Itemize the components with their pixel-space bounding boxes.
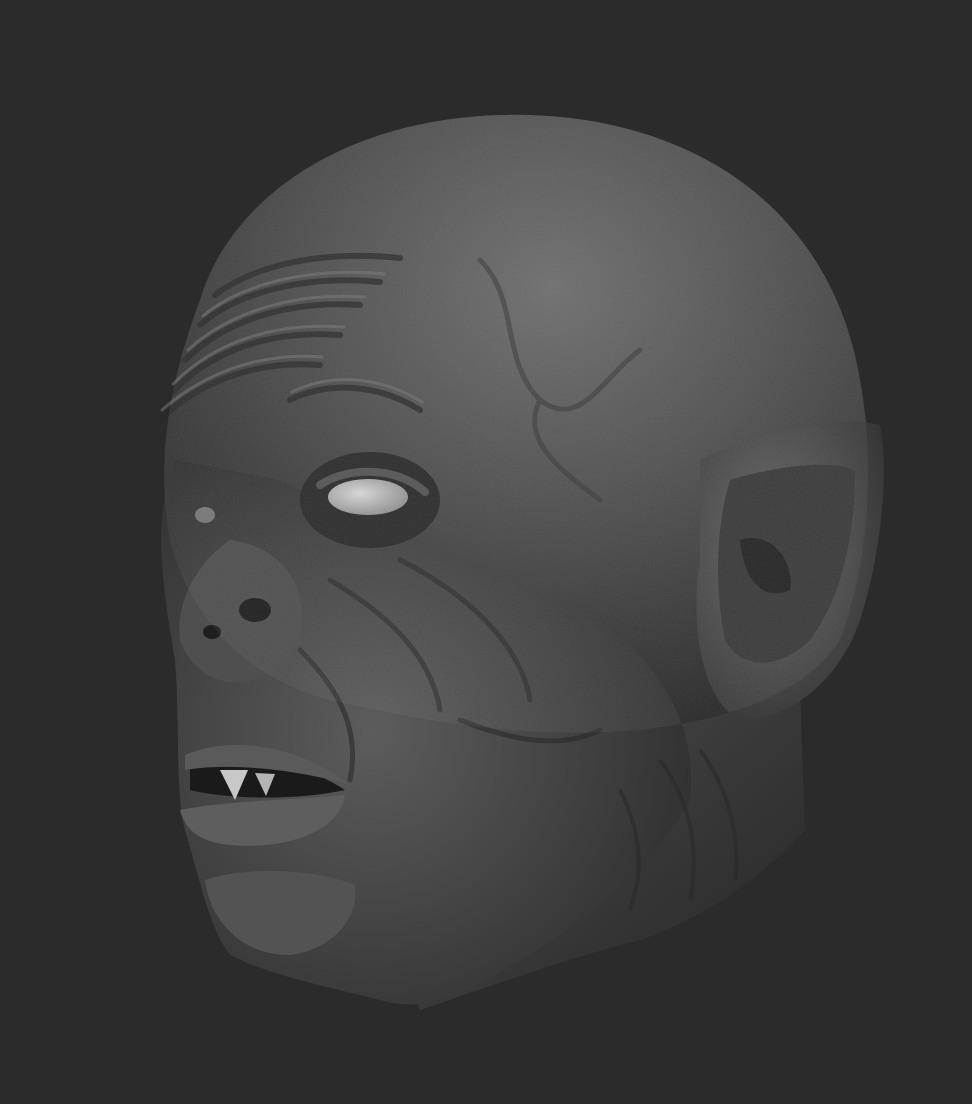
render-viewport <box>0 0 972 1104</box>
creature-head-sculpt <box>157 114 884 1010</box>
